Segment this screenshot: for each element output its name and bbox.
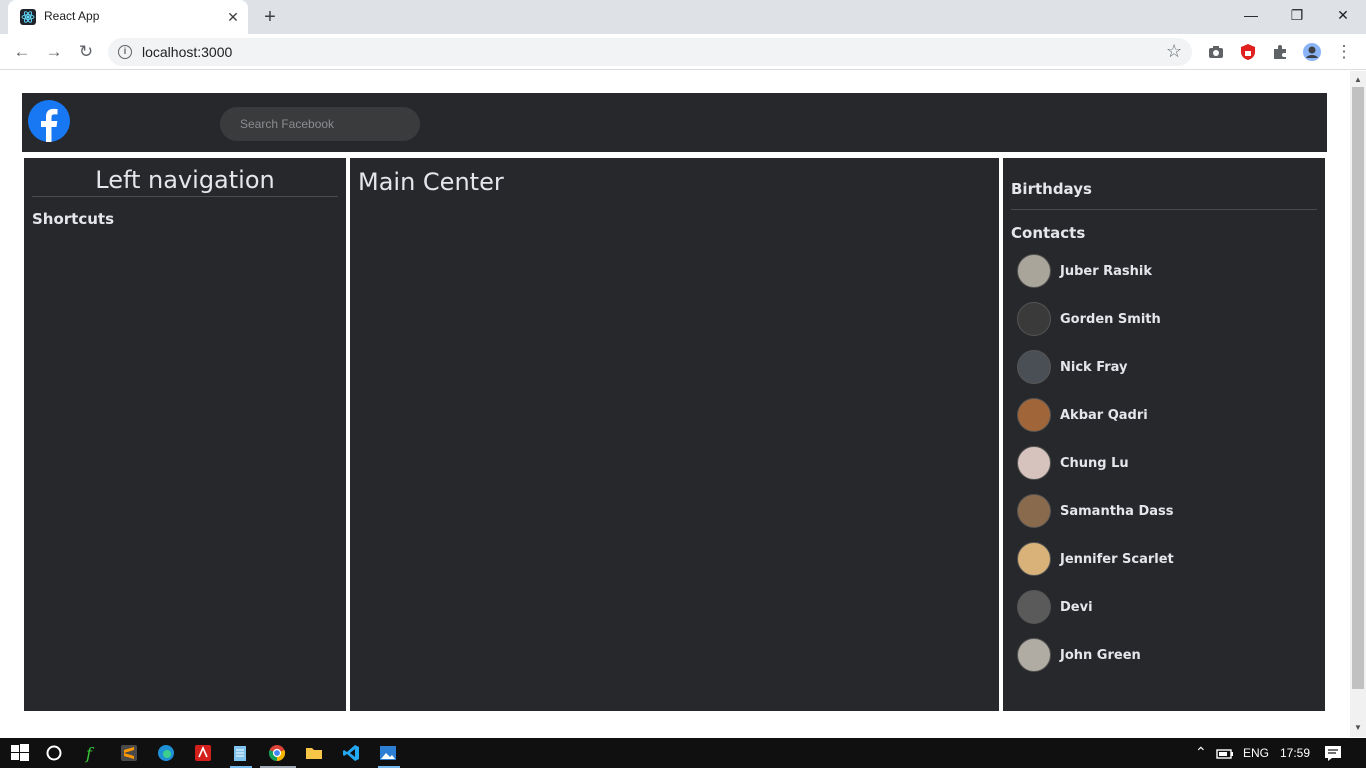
forward-icon[interactable]: → xyxy=(42,40,66,64)
contact-name: Samantha Dass xyxy=(1060,504,1174,519)
main-title: Main Center xyxy=(358,168,504,196)
restore-button[interactable]: ❐ xyxy=(1274,0,1320,30)
avatar xyxy=(1017,350,1051,384)
contact-item[interactable]: Nick Fray xyxy=(1017,350,1307,386)
contact-name: Devi xyxy=(1060,600,1093,615)
contact-name: Akbar Qadri xyxy=(1060,408,1148,423)
tab-close-icon[interactable]: ✕ xyxy=(224,8,242,26)
camera-icon[interactable] xyxy=(1206,42,1226,62)
facebook-logo-icon[interactable] xyxy=(28,100,70,142)
avatar xyxy=(1017,542,1051,576)
minimize-button[interactable]: — xyxy=(1228,0,1274,30)
windows-taskbar: f ⌃ ENG 17:59 xyxy=(0,738,1366,768)
react-icon xyxy=(20,9,36,25)
birthdays-heading: Birthdays xyxy=(1011,180,1092,198)
chrome-icon[interactable] xyxy=(267,743,289,763)
contact-item[interactable]: Juber Rashik xyxy=(1017,254,1307,290)
svg-text:f: f xyxy=(85,744,95,763)
avatar xyxy=(1017,638,1051,672)
vscode-icon[interactable] xyxy=(341,743,363,763)
main-center-panel: Main Center xyxy=(350,158,999,711)
contact-name: Chung Lu xyxy=(1060,456,1129,471)
menu-dots-icon[interactable]: ⋮ xyxy=(1332,40,1356,64)
url-text: localhost:3000 xyxy=(142,44,233,60)
tab-title: React App xyxy=(44,9,100,23)
acrobat-icon[interactable] xyxy=(193,743,215,763)
browser-tab[interactable]: React App ✕ xyxy=(8,0,248,34)
contact-item[interactable]: John Green xyxy=(1017,638,1307,674)
contact-item[interactable]: Devi xyxy=(1017,590,1307,626)
contact-name: Gorden Smith xyxy=(1060,312,1161,327)
left-nav-title: Left navigation xyxy=(32,166,338,197)
left-navigation-panel: Left navigation Shortcuts xyxy=(24,158,346,711)
reload-icon[interactable]: ↻ xyxy=(74,40,98,64)
contact-name: Jennifer Scarlet xyxy=(1060,552,1174,567)
chevron-up-icon[interactable]: ⌃ xyxy=(1195,744,1207,761)
shield-extension-icon[interactable] xyxy=(1238,42,1258,62)
profile-avatar-icon[interactable] xyxy=(1302,42,1322,62)
avatar xyxy=(1017,302,1051,336)
scroll-thumb[interactable] xyxy=(1352,87,1364,689)
contact-name: John Green xyxy=(1060,648,1141,663)
avatar xyxy=(1017,494,1051,528)
contact-item[interactable]: Jennifer Scarlet xyxy=(1017,542,1307,578)
avatar xyxy=(1017,590,1051,624)
divider xyxy=(1011,209,1317,210)
search-circle-icon[interactable] xyxy=(44,743,66,763)
browser-toolbar: ← → ↻ i localhost:3000 ☆ ⋮ xyxy=(0,34,1366,70)
sublime-text-icon[interactable] xyxy=(119,743,141,763)
notepad-icon[interactable] xyxy=(230,743,252,763)
notifications-icon[interactable] xyxy=(1323,743,1345,763)
file-explorer-icon[interactable] xyxy=(304,743,326,763)
contact-item[interactable]: Gorden Smith xyxy=(1017,302,1307,338)
scroll-up-icon[interactable]: ▲ xyxy=(1354,75,1362,84)
scroll-down-icon[interactable]: ▼ xyxy=(1354,723,1362,732)
language-indicator[interactable]: ENG xyxy=(1243,746,1269,760)
browser-tab-bar: React App ✕ + — ❐ ✕ xyxy=(0,0,1366,34)
edge-browser-icon[interactable] xyxy=(156,743,178,763)
page-scrollbar[interactable]: ▲ ▼ xyxy=(1350,71,1366,737)
new-tab-button[interactable]: + xyxy=(258,5,282,29)
windows-start-icon[interactable] xyxy=(10,743,32,763)
avatar xyxy=(1017,398,1051,432)
contact-item[interactable]: Chung Lu xyxy=(1017,446,1307,482)
puzzle-icon[interactable] xyxy=(1270,42,1290,62)
clock[interactable]: 17:59 xyxy=(1280,746,1310,760)
address-bar[interactable]: i localhost:3000 ☆ xyxy=(108,38,1192,66)
right-sidebar: Birthdays Contacts Juber Rashik Gorden S… xyxy=(1003,158,1325,711)
avatar xyxy=(1017,446,1051,480)
search-input[interactable] xyxy=(220,107,420,141)
contact-item[interactable]: Samantha Dass xyxy=(1017,494,1307,530)
bookmark-star-icon[interactable]: ☆ xyxy=(1166,41,1182,62)
contact-item[interactable]: Akbar Qadri xyxy=(1017,398,1307,434)
formula-app-icon[interactable]: f xyxy=(82,743,104,763)
window-close-button[interactable]: ✕ xyxy=(1320,0,1366,30)
web-page: Left navigation Shortcuts Main Center Bi… xyxy=(0,71,1350,737)
photos-app-icon[interactable] xyxy=(378,743,400,763)
contacts-heading: Contacts xyxy=(1011,224,1086,242)
app-header xyxy=(22,93,1327,152)
shortcuts-heading: Shortcuts xyxy=(32,210,115,228)
contact-name: Juber Rashik xyxy=(1060,264,1153,279)
avatar xyxy=(1017,254,1051,288)
battery-icon[interactable] xyxy=(1215,743,1237,763)
back-icon[interactable]: ← xyxy=(10,40,34,64)
info-icon[interactable]: i xyxy=(118,45,132,59)
contact-name: Nick Fray xyxy=(1060,360,1128,375)
